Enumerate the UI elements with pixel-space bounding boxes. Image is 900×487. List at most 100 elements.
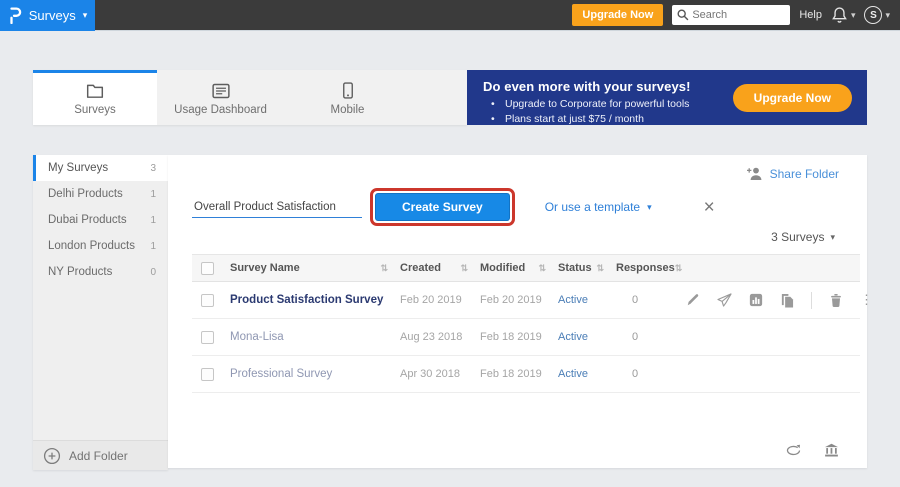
select-all-checkbox[interactable] <box>201 262 214 275</box>
sidebar-folder-item[interactable]: Dubai Products 1 <box>33 207 168 233</box>
column-header-modified[interactable]: Modified ⇅ <box>480 262 558 274</box>
modified-date: Feb 18 2019 <box>480 331 558 343</box>
sidebar-folder-item[interactable]: Delhi Products 1 <box>33 181 168 207</box>
column-header-survey-name[interactable]: Survey Name ⇅ <box>230 262 400 274</box>
sort-icon: ⇅ <box>380 263 388 274</box>
row-checkbox[interactable] <box>201 294 214 307</box>
folders-sidebar: My Surveys 3 Delhi Products 1 Dubai Prod… <box>33 155 168 470</box>
modified-date: Feb 18 2019 <box>480 368 558 380</box>
topbar-right-cluster: Upgrade Now Help ▾ S ▾ <box>572 4 900 26</box>
chevron-down-icon: ▾ <box>885 11 890 20</box>
status-label: Active <box>558 294 616 306</box>
folder-count: 1 <box>150 215 156 226</box>
mobile-icon <box>341 82 355 99</box>
column-header-created[interactable]: Created ⇅ <box>400 262 480 274</box>
tab-usage-dashboard[interactable]: Usage Dashboard <box>157 70 284 125</box>
surveys-app-menu[interactable]: Surveys ▾ <box>0 0 95 31</box>
table-row: Product Satisfaction Survey Feb 20 2019 … <box>192 282 860 319</box>
column-label: Responses <box>616 262 675 274</box>
surveys-count-label: 3 Surveys <box>771 230 824 244</box>
table-row: Professional Survey Apr 30 2018 Feb 18 2… <box>192 356 860 393</box>
sort-icon: ⇅ <box>538 263 546 274</box>
banner-bullet: Plans start at just $75 / month <box>483 112 867 127</box>
actions-divider <box>811 292 812 309</box>
upgrade-now-button[interactable]: Upgrade Now <box>572 4 663 26</box>
table-header-row: Survey Name ⇅ Created ⇅ Modified ⇅ Statu… <box>192 254 860 282</box>
sidebar-folder-item[interactable]: My Surveys 3 <box>33 155 168 181</box>
created-date: Feb 20 2019 <box>400 294 480 306</box>
close-icon[interactable]: × <box>704 198 715 217</box>
column-label: Modified <box>480 262 525 274</box>
folder-count: 1 <box>150 241 156 252</box>
sort-icon: ⇅ <box>675 263 683 274</box>
app-screen: Surveys ▾ Upgrade Now Help ▾ S ▾ Surveys <box>0 0 900 487</box>
survey-name-link[interactable]: Product Satisfaction Survey <box>230 294 400 306</box>
app-menu-label: Surveys <box>29 8 76 23</box>
sidebar-folder-item[interactable]: NY Products 0 <box>33 259 168 285</box>
column-header-status[interactable]: Status ⇅ <box>558 262 616 274</box>
dashboard-icon <box>212 83 230 99</box>
archive-bank-icon[interactable] <box>824 443 839 458</box>
responses-count: 0 <box>616 294 686 306</box>
responses-count: 0 <box>616 331 686 343</box>
folder-label: Delhi Products <box>48 188 123 200</box>
sidebar-folder-item[interactable]: London Products 1 <box>33 233 168 259</box>
chevron-down-icon: ▾ <box>851 11 856 20</box>
folder-label: NY Products <box>48 266 112 278</box>
folder-label: Dubai Products <box>48 214 127 226</box>
top-bar: Surveys ▾ Upgrade Now Help ▾ S ▾ <box>0 0 900 31</box>
survey-name-link[interactable]: Mona-Lisa <box>230 331 400 343</box>
folder-count: 1 <box>150 189 156 200</box>
sort-icon: ⇅ <box>460 263 468 274</box>
banner-upgrade-button[interactable]: Upgrade Now <box>733 84 852 112</box>
copy-icon[interactable] <box>780 293 794 308</box>
status-label: Active <box>558 331 616 343</box>
folder-label: My Surveys <box>48 162 108 174</box>
table-row: Mona-Lisa Aug 23 2018 Feb 18 2019 Active… <box>192 319 860 356</box>
sidebar-spacer <box>33 285 168 440</box>
surveys-table: Survey Name ⇅ Created ⇅ Modified ⇅ Statu… <box>192 254 860 393</box>
create-survey-button[interactable]: Create Survey <box>375 193 510 221</box>
delete-trash-icon[interactable] <box>829 293 843 308</box>
tab-mobile[interactable]: Mobile <box>284 70 411 125</box>
help-link[interactable]: Help <box>799 9 822 21</box>
folder-icon <box>86 83 104 99</box>
add-folder-button[interactable]: Add Folder <box>33 440 168 470</box>
responses-count: 0 <box>616 368 686 380</box>
edit-pencil-icon[interactable] <box>686 293 700 307</box>
tab-strip-filler <box>411 70 467 125</box>
row-checkbox[interactable] <box>201 331 214 344</box>
surveys-count-dropdown[interactable]: 3 Surveys ▾ <box>168 224 867 250</box>
brand-logo-icon <box>8 7 22 24</box>
plus-circle-icon <box>43 447 61 465</box>
more-options-icon[interactable]: ⋮ <box>860 292 873 308</box>
column-header-responses[interactable]: Responses ⇅ <box>616 262 686 274</box>
upgrade-banner: Do even more with your surveys! Upgrade … <box>467 70 867 125</box>
account-menu[interactable]: S ▾ <box>864 6 890 24</box>
annotation-highlight: Create Survey <box>370 188 515 226</box>
row-actions: ⋮ <box>686 292 899 309</box>
notifications-menu[interactable]: ▾ <box>831 6 856 24</box>
column-label: Created <box>400 262 441 274</box>
send-plane-icon[interactable] <box>717 293 732 307</box>
share-folder-button[interactable]: Share Folder <box>770 167 839 181</box>
share-folder-row: Share Folder <box>168 155 867 181</box>
folder-count: 0 <box>150 267 156 278</box>
folder-count: 3 <box>150 163 156 174</box>
restore-loop-icon[interactable] <box>785 444 802 457</box>
tab-surveys[interactable]: Surveys <box>33 70 157 125</box>
column-label: Status <box>558 262 592 274</box>
tab-label: Surveys <box>74 104 116 116</box>
survey-name-input[interactable] <box>192 197 362 218</box>
chevron-down-icon: ▾ <box>647 203 652 212</box>
use-template-dropdown[interactable]: Or use a template ▾ <box>545 200 652 214</box>
row-checkbox[interactable] <box>201 368 214 381</box>
chevron-down-icon: ▾ <box>830 233 835 242</box>
report-chart-icon[interactable] <box>749 293 763 307</box>
tab-label: Usage Dashboard <box>174 104 267 116</box>
modified-date: Feb 20 2019 <box>480 294 558 306</box>
surveys-panel: Share Folder Create Survey Or use a temp… <box>168 155 867 468</box>
share-person-icon <box>746 166 763 181</box>
add-folder-label: Add Folder <box>69 449 128 463</box>
survey-name-link[interactable]: Professional Survey <box>230 368 400 380</box>
